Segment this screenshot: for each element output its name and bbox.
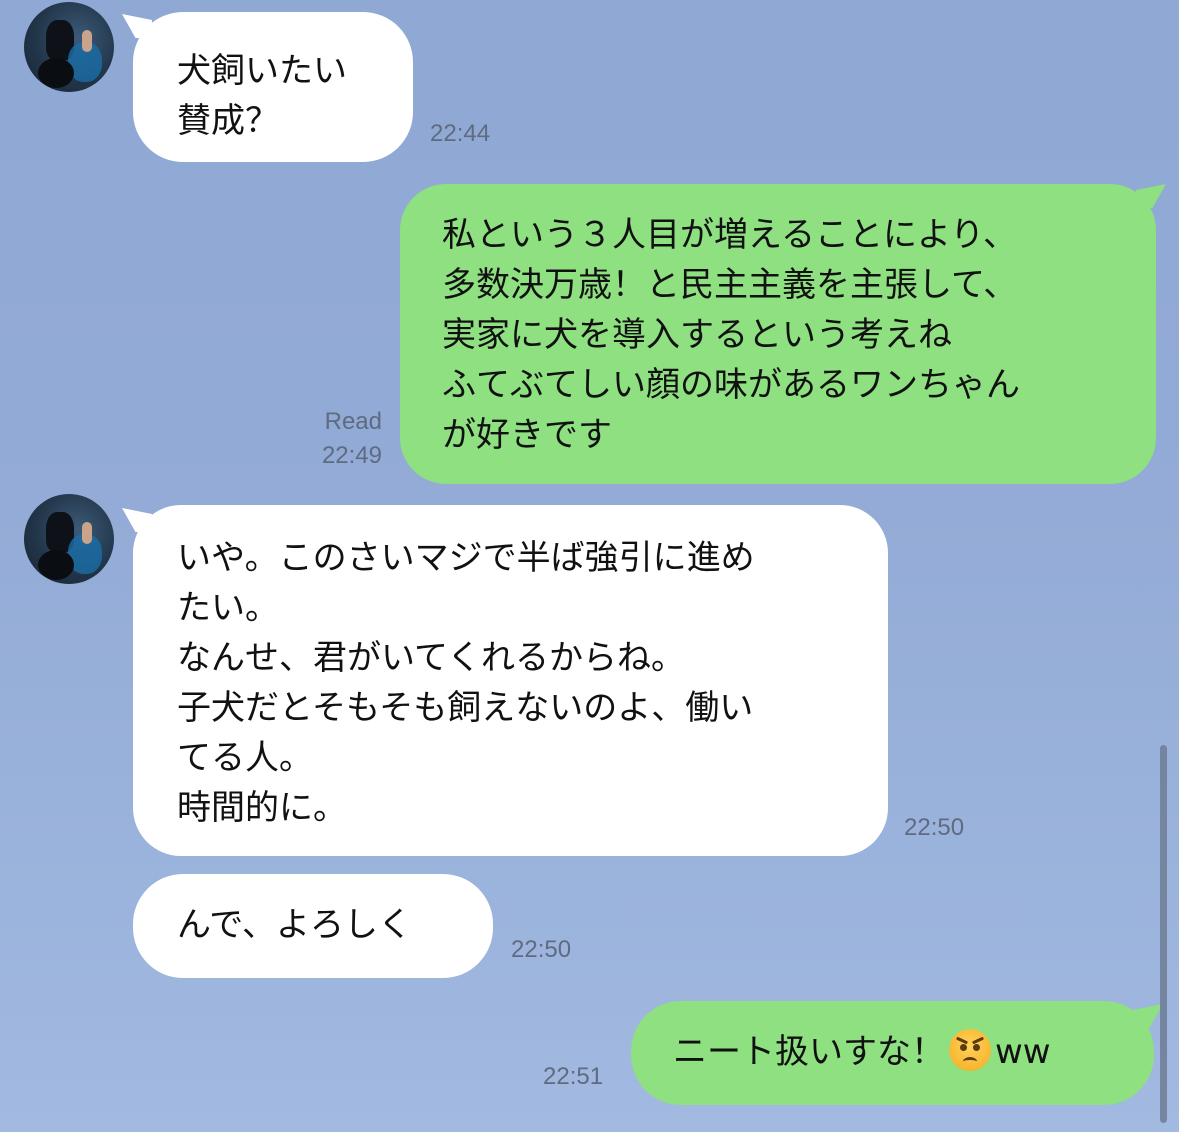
- timestamp: 22:49: [321, 442, 382, 469]
- message-text: 犬飼いたい: [177, 51, 347, 91]
- message-text: ニート扱いすな！ ww: [673, 1027, 1154, 1077]
- message-text: ニート扱いすな！: [673, 1032, 945, 1072]
- avatar[interactable]: [24, 494, 114, 584]
- message-text: たい。: [177, 588, 279, 628]
- scrollbar[interactable]: [1160, 745, 1167, 1123]
- message-text: ww: [995, 1032, 1051, 1072]
- timestamp: 22:44: [430, 120, 491, 147]
- avatar-figure: [82, 522, 92, 544]
- message-text: 子犬だとそもそも飼えないのよ、働い: [177, 688, 754, 728]
- avatar-figure: [82, 30, 92, 52]
- message-bubble[interactable]: いや。このさいマジで半ば強引に進め たい。 なんせ、君がいてくれるからね。 子犬…: [133, 505, 888, 856]
- message-text: 実家に犬を導入するという考えね: [442, 315, 952, 355]
- message-text: 私という３人目が増えることにより、: [442, 215, 1017, 255]
- message-text: 時間的に。: [177, 788, 347, 828]
- timestamp: 22:50: [904, 814, 965, 841]
- message-bubble[interactable]: 犬飼いたい 賛成？: [133, 12, 413, 162]
- angry-face-emoji-icon: [949, 1029, 991, 1071]
- timestamp: 22:51: [543, 1063, 604, 1090]
- message-text: 賛成？: [177, 101, 279, 141]
- avatar[interactable]: [24, 2, 114, 92]
- message-bubble[interactable]: ニート扱いすな！ ww: [631, 1001, 1154, 1105]
- message-text: が好きです: [442, 415, 612, 455]
- avatar-figure: [38, 550, 74, 580]
- message-text: てる人。: [177, 738, 313, 778]
- message-bubble[interactable]: んで、よろしく: [133, 874, 493, 978]
- avatar-figure: [38, 58, 74, 88]
- message-text: ふてぶてしい顔の味があるワンちゃん: [442, 365, 1020, 405]
- message-text: んで、よろしく: [177, 905, 412, 945]
- message-text: 多数決万歳！と民主主義を主張して、: [442, 265, 1018, 305]
- timestamp: 22:50: [511, 936, 572, 963]
- read-receipt: Read: [324, 408, 382, 435]
- chat-view[interactable]: 犬飼いたい 賛成？ 22:44 私という３人目が増えることにより、 多数決万歳！…: [0, 0, 1179, 1132]
- message-text: いや。このさいマジで半ば強引に進め: [177, 538, 755, 578]
- message-bubble[interactable]: 私という３人目が増えることにより、 多数決万歳！と民主主義を主張して、 実家に犬…: [400, 184, 1156, 484]
- message-text: なんせ、君がいてくれるからね。: [177, 638, 685, 678]
